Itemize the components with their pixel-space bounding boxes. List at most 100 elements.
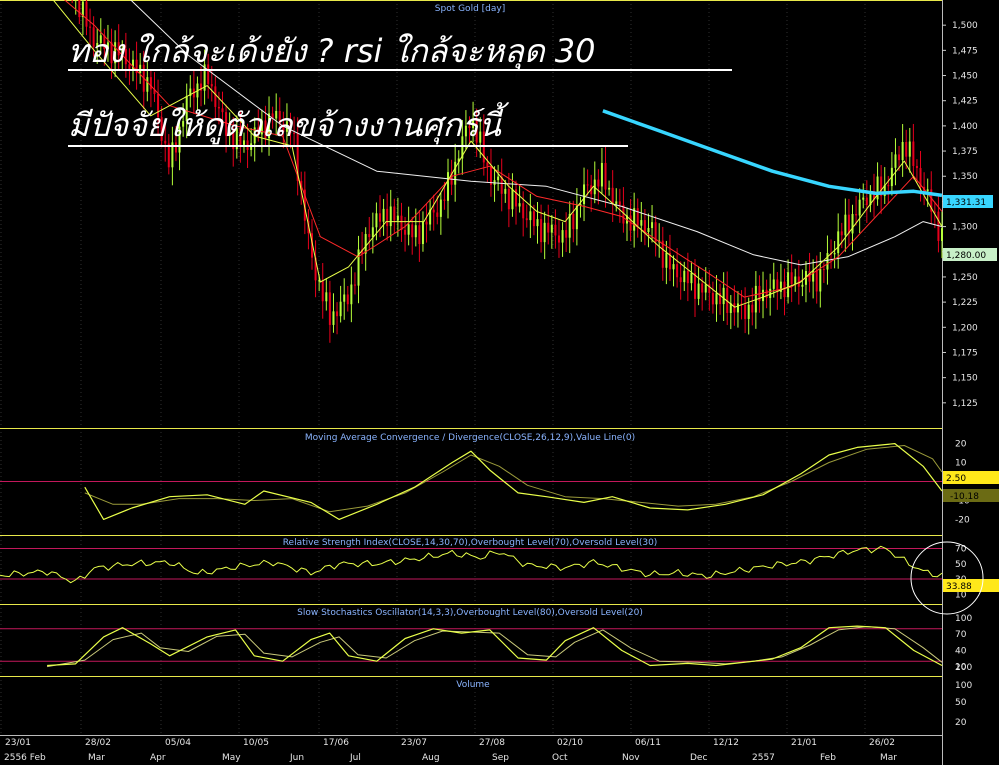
candle-body bbox=[525, 218, 528, 221]
candle-body bbox=[432, 209, 435, 213]
candle-body bbox=[214, 86, 217, 107]
candle-body bbox=[364, 234, 367, 254]
candle-body bbox=[736, 303, 739, 313]
price-tag-last: 1,280.00 bbox=[946, 251, 986, 261]
candle-body bbox=[697, 283, 700, 299]
x-date-label: 27/08 bbox=[479, 738, 505, 748]
macd-panel-title: Moving Average Convergence / Divergence(… bbox=[305, 433, 635, 443]
candle-body bbox=[690, 273, 693, 284]
axis-ticks: 1,1251,1501,1751,2001,2251,2501,2751,300… bbox=[942, 21, 978, 728]
indicator-lines bbox=[0, 0, 943, 668]
candle-body bbox=[167, 143, 170, 168]
candle-body bbox=[447, 172, 450, 201]
price-tick-label: 1,350 bbox=[952, 172, 978, 182]
annotation-line-1: ทอง ใกล้จะเด้งยัง ? rsi ใกล้จะหลุด 30 bbox=[68, 32, 596, 71]
x-month-label: Feb bbox=[820, 753, 836, 763]
stoch-tick-label: 100 bbox=[955, 614, 972, 624]
x-date-label: 10/05 bbox=[243, 738, 269, 748]
candle-body bbox=[701, 283, 704, 293]
candle-body bbox=[762, 289, 765, 302]
x-date-label: 23/07 bbox=[401, 738, 427, 748]
rsi-tick-label: 70 bbox=[955, 544, 967, 554]
candle-body bbox=[908, 141, 911, 157]
candle-body bbox=[819, 269, 822, 292]
candle-body bbox=[887, 185, 890, 187]
x-date-label: 21/01 bbox=[791, 738, 817, 748]
candle-body bbox=[210, 84, 213, 87]
candle-body bbox=[425, 221, 428, 225]
x-month-label: Jun bbox=[289, 753, 304, 763]
x-month-label: Aug bbox=[422, 753, 440, 763]
candle-body bbox=[837, 231, 840, 254]
candle-body bbox=[665, 252, 668, 268]
candle-body bbox=[343, 294, 346, 302]
candle-body bbox=[511, 189, 514, 210]
candle-body bbox=[389, 206, 392, 227]
candle-body bbox=[586, 184, 589, 186]
stoch-d-line bbox=[47, 626, 943, 668]
candle-body bbox=[686, 270, 689, 284]
macd-tick-label: 20 bbox=[955, 440, 967, 450]
candle-body bbox=[436, 212, 439, 217]
x-date-label: 26/02 bbox=[869, 738, 895, 748]
candle-body bbox=[600, 162, 603, 187]
x-month-label: Mar bbox=[88, 753, 105, 763]
candle-body bbox=[489, 166, 492, 185]
candle-body bbox=[400, 215, 403, 230]
candle-body bbox=[898, 154, 901, 161]
candle-body bbox=[382, 208, 385, 222]
candle-body bbox=[547, 222, 550, 233]
x-month-label: Jul bbox=[349, 753, 361, 763]
candle-body bbox=[787, 272, 790, 298]
price-tick-label: 1,475 bbox=[952, 46, 978, 56]
price-tick-label: 1,175 bbox=[952, 348, 978, 358]
macd-tag-value: 2.50 bbox=[946, 474, 966, 484]
price-tick-label: 1,400 bbox=[952, 122, 978, 132]
macd-signal-line bbox=[84, 445, 943, 513]
rsi-panel-title: Relative Strength Index(CLOSE,14,30,70),… bbox=[283, 538, 658, 548]
candle-body bbox=[704, 284, 707, 293]
price-tick-label: 1,250 bbox=[952, 273, 978, 283]
candle-body bbox=[89, 26, 92, 28]
candle-body bbox=[847, 214, 850, 234]
candle-body bbox=[328, 292, 331, 325]
candle-body bbox=[676, 264, 679, 278]
candle-body bbox=[411, 224, 414, 238]
volume-tick-label: 100 bbox=[955, 681, 972, 691]
candle-body bbox=[783, 281, 786, 298]
candle-body bbox=[905, 141, 908, 157]
x-month-label: Sep bbox=[492, 753, 509, 763]
candle-body bbox=[901, 141, 904, 161]
candle-body bbox=[894, 154, 897, 168]
candle-body bbox=[536, 219, 539, 227]
price-tick-label: 1,200 bbox=[952, 323, 978, 333]
volume-panel-title: Volume bbox=[456, 680, 490, 690]
candle-body bbox=[353, 284, 356, 286]
candle-body bbox=[404, 229, 407, 235]
candle-body bbox=[751, 304, 754, 313]
x-month-label: May bbox=[222, 753, 241, 763]
candle-body bbox=[336, 311, 339, 317]
candle-body bbox=[858, 199, 861, 216]
candle-body bbox=[794, 276, 797, 284]
candle-body bbox=[604, 162, 607, 190]
x-date-label: 23/01 bbox=[5, 738, 31, 748]
candle-body bbox=[371, 227, 374, 238]
candle-body bbox=[772, 279, 775, 289]
stoch-tick-label: 40 bbox=[955, 646, 967, 656]
candle-body bbox=[801, 284, 804, 287]
candle-body bbox=[332, 311, 335, 325]
candle-body bbox=[941, 228, 943, 241]
candle-body bbox=[826, 253, 829, 270]
candle-body bbox=[833, 253, 836, 255]
price-tick-label: 1,125 bbox=[952, 399, 978, 409]
candle-body bbox=[543, 222, 546, 243]
x-date-label: 17/06 bbox=[323, 738, 349, 748]
candle-body bbox=[912, 141, 915, 166]
candle-body bbox=[386, 208, 389, 227]
candle-body bbox=[439, 199, 442, 217]
candle-body bbox=[146, 77, 149, 92]
candle-body bbox=[647, 227, 650, 232]
annotation: ทอง ใกล้จะเด้งยัง ? rsi ใกล้จะหลุด 30 มีป… bbox=[68, 32, 732, 147]
candle-body bbox=[744, 304, 747, 319]
